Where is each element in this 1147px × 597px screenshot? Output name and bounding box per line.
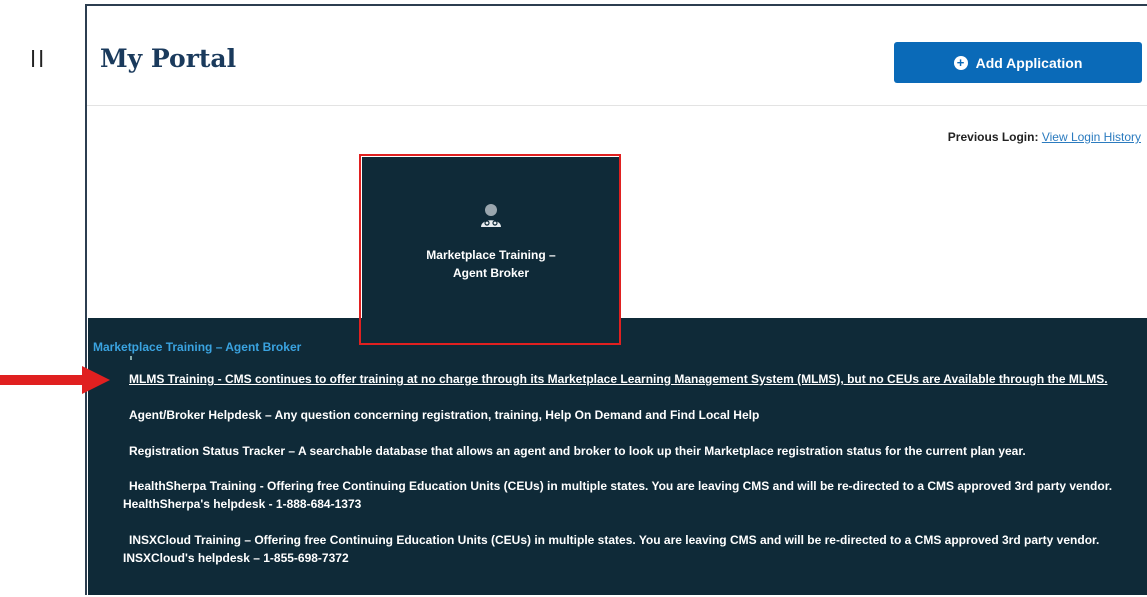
insxcloud-training-link[interactable]: INSXCloud Training – Offering free Conti… bbox=[123, 531, 1100, 567]
registration-status-tracker-link[interactable]: Registration Status Tracker – A searchab… bbox=[129, 442, 1026, 460]
add-application-label: Add Application bbox=[975, 54, 1083, 71]
tile-title: Marketplace Training – Agent Broker bbox=[426, 248, 556, 280]
add-application-button[interactable]: + Add Application bbox=[894, 42, 1142, 83]
healthsherpa-training-link[interactable]: HealthSherpa Training - Offering free Co… bbox=[123, 477, 1113, 513]
mlms-training-text: MLMS Training - CMS continues to offer t… bbox=[129, 372, 1108, 386]
plus-circle-icon: + bbox=[953, 55, 968, 70]
previous-login-label: Previous Login: bbox=[947, 130, 1039, 144]
agent-broker-helpdesk-link[interactable]: Agent/Broker Helpdesk – Any question con… bbox=[129, 406, 759, 424]
registration-status-tracker-text: Registration Status Tracker – A searchab… bbox=[129, 444, 1026, 458]
stray-text: ll bbox=[30, 48, 47, 73]
page-title: My Portal bbox=[100, 44, 237, 73]
healthsherpa-training-text: HealthSherpa Training - Offering free Co… bbox=[129, 479, 1113, 493]
training-panel: Marketplace Training – Agent Broker MLMS… bbox=[88, 318, 1147, 595]
agent-broker-helpdesk-text: Agent/Broker Helpdesk – Any question con… bbox=[129, 408, 760, 422]
mlms-training-link[interactable]: MLMS Training - CMS continues to offer t… bbox=[129, 370, 1108, 388]
header-divider bbox=[87, 105, 1147, 106]
view-login-history-link[interactable]: View Login History bbox=[1042, 130, 1141, 144]
user-doctor-icon bbox=[480, 203, 502, 232]
healthsherpa-helpdesk-text: HealthSherpa's helpdesk - 1-888-684-1373 bbox=[123, 497, 362, 511]
panel-title: Marketplace Training – Agent Broker bbox=[93, 340, 302, 354]
insxcloud-helpdesk-text: INSXCloud's helpdesk – 1-855-698-7372 bbox=[123, 551, 349, 565]
previous-login: Previous Login: View Login History bbox=[948, 130, 1141, 144]
panel-bullet bbox=[130, 356, 132, 360]
red-arrow-icon bbox=[0, 366, 110, 394]
insxcloud-training-text: INSXCloud Training – Offering free Conti… bbox=[129, 533, 1100, 547]
marketplace-training-tile[interactable]: Marketplace Training – Agent Broker bbox=[362, 157, 620, 318]
